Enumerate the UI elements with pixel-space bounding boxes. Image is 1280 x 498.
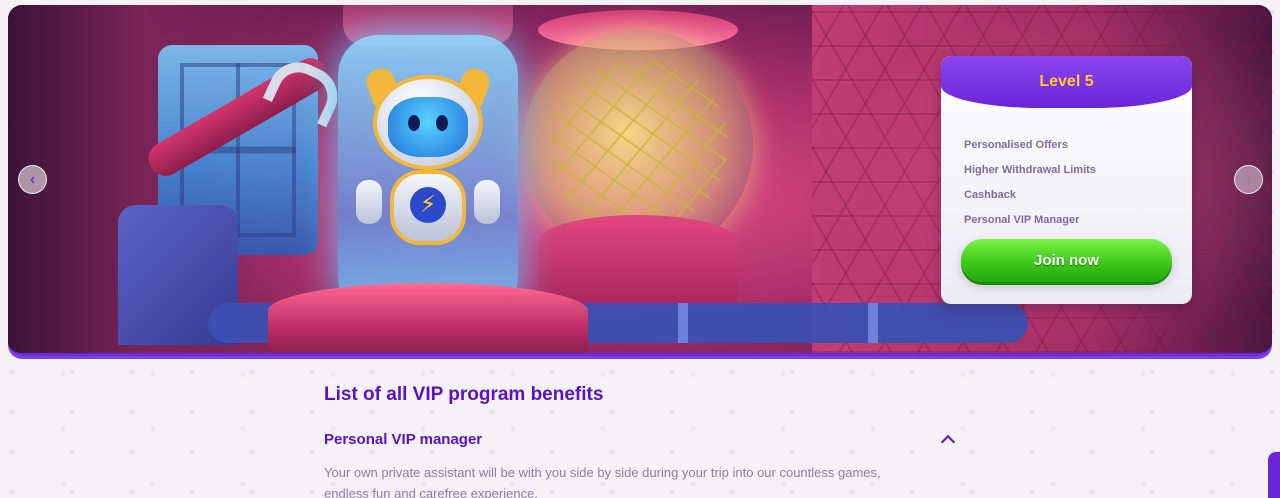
join-now-button[interactable]: Join now [961, 239, 1172, 282]
robot-face [388, 97, 468, 157]
level-card-header: Level 5 [941, 56, 1192, 108]
robot-arm-right [474, 180, 500, 224]
section-title: List of all VIP program benefits [324, 384, 604, 405]
chevron-up-icon[interactable] [940, 434, 956, 449]
lightning-bolt-icon: ⚡ [410, 187, 446, 223]
side-panel-tab[interactable] [1268, 452, 1280, 498]
benefit-item: Cashback [964, 189, 1016, 201]
robot-mascot-illustration: ⚡ [348, 65, 508, 255]
accordion-header-vip-manager[interactable]: Personal VIP manager [324, 429, 959, 449]
level-title: Level 5 [1039, 73, 1094, 90]
accordion-body: Your own private assistant will be with … [324, 465, 881, 498]
vip-level-card: Level 5 Personalised Offers Higher Withd… [941, 56, 1192, 304]
level-benefits-list: Personalised Offers Higher Withdrawal Li… [964, 138, 1096, 238]
accordion-title: Personal VIP manager [324, 430, 483, 448]
carousel-prev-button[interactable]: ‹ [18, 165, 47, 194]
benefit-item: Personalised Offers [964, 139, 1068, 151]
benefit-item: Personal VIP Manager [964, 214, 1080, 226]
benefit-item: Higher Withdrawal Limits [964, 164, 1096, 176]
globe-base-illustration [538, 215, 738, 305]
chevron-right-icon: › [1245, 170, 1252, 188]
teleport-platform-illustration [268, 283, 588, 353]
carousel-next-button[interactable]: › [1234, 165, 1263, 194]
chevron-left-icon: ‹ [29, 170, 36, 188]
robot-eye-left [408, 115, 420, 131]
robot-eye-right [436, 115, 448, 131]
robot-arm-left [356, 180, 382, 224]
